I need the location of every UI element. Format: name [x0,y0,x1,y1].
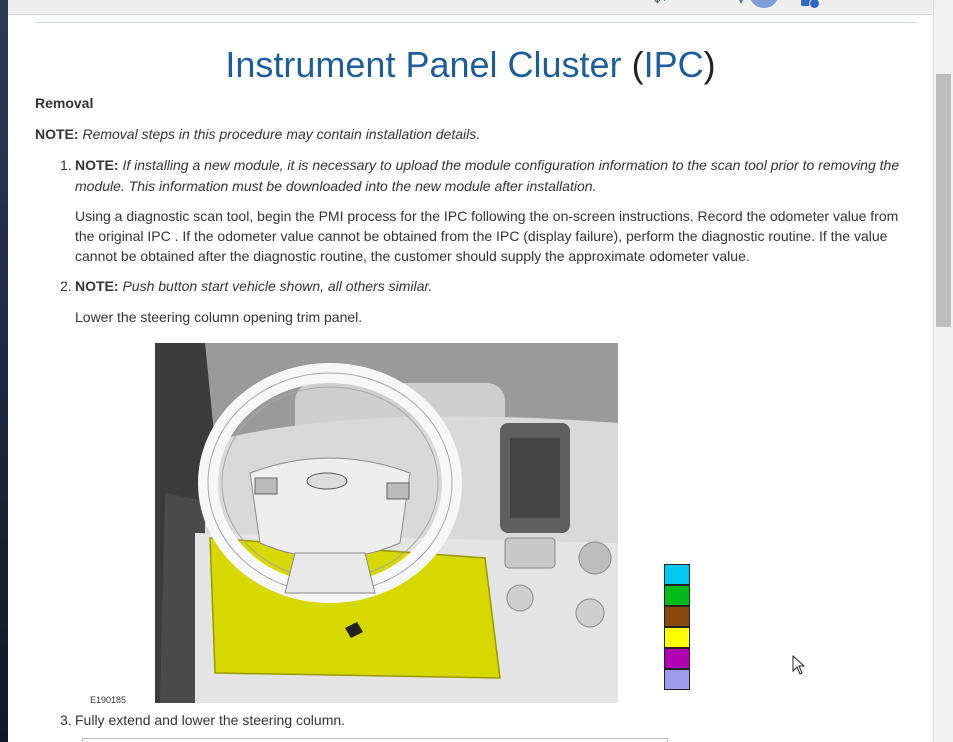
note-text: Push button start vehicle shown, all oth… [122,278,433,294]
scrollbar-thumb[interactable] [936,74,951,327]
back-arrow-icon[interactable]: ↶ [654,0,666,10]
profile-settings-icon[interactable] [801,0,820,9]
title-abbr: IPC [643,44,704,85]
legend-swatch [664,564,690,585]
title-main: Instrument Panel Cluster [225,44,632,85]
step-number: 2. [60,278,72,294]
browser-window: ↶ ▾ Instrument Panel Cluster (IPC) Remov… [8,0,933,742]
note-label: NOTE: [35,126,79,142]
step-number: 1. [60,157,72,173]
vertical-scrollbar[interactable] [933,0,953,742]
legend-swatch [664,627,690,648]
chevron-down-icon[interactable]: ▾ [738,0,744,7]
note-label: NOTE: [75,278,119,294]
step-note-continued: module. This information must be downloa… [75,178,597,194]
step-body-line: Fully extend and lower the steering colu… [75,712,346,728]
next-figure-frame [82,738,668,742]
legend-swatch [664,585,690,606]
header-divider [35,22,917,23]
step-note: NOTE: Push button start vehicle shown, a… [75,276,432,296]
legend-swatch [664,669,690,690]
step-note: NOTE: If installing a new module, it is … [75,155,899,175]
step-body-line: the original IPC . If the odometer value… [75,228,888,244]
legend-swatch [664,648,690,669]
title-open-paren: ( [631,44,644,85]
note-text: If installing a new module, it is necess… [122,157,900,173]
title-close-paren: ) [703,44,716,85]
step-body-line: cannot be obtained after the diagnostic … [75,248,750,264]
mouse-pointer-icon [792,655,806,675]
step-body-line: Lower the steering column opening trim p… [75,309,363,325]
step-body-line: Using a diagnostic scan tool, begin the … [75,208,899,224]
note-label: NOTE: [75,157,119,173]
section-note: NOTE: Removal steps in this procedure ma… [35,124,480,144]
browser-toolbar: ↶ ▾ [8,0,933,15]
steering-column-illustration [155,343,618,703]
step-number: 3. [60,712,72,728]
section-heading: Removal [35,95,94,111]
note-text: Removal steps in this procedure may cont… [82,126,481,142]
user-avatar-icon[interactable] [749,0,779,8]
figure-id: E190185 [90,695,127,705]
desktop-background [0,0,8,742]
legend-swatch [664,606,690,627]
page-title: Instrument Panel Cluster (IPC) [8,44,933,86]
